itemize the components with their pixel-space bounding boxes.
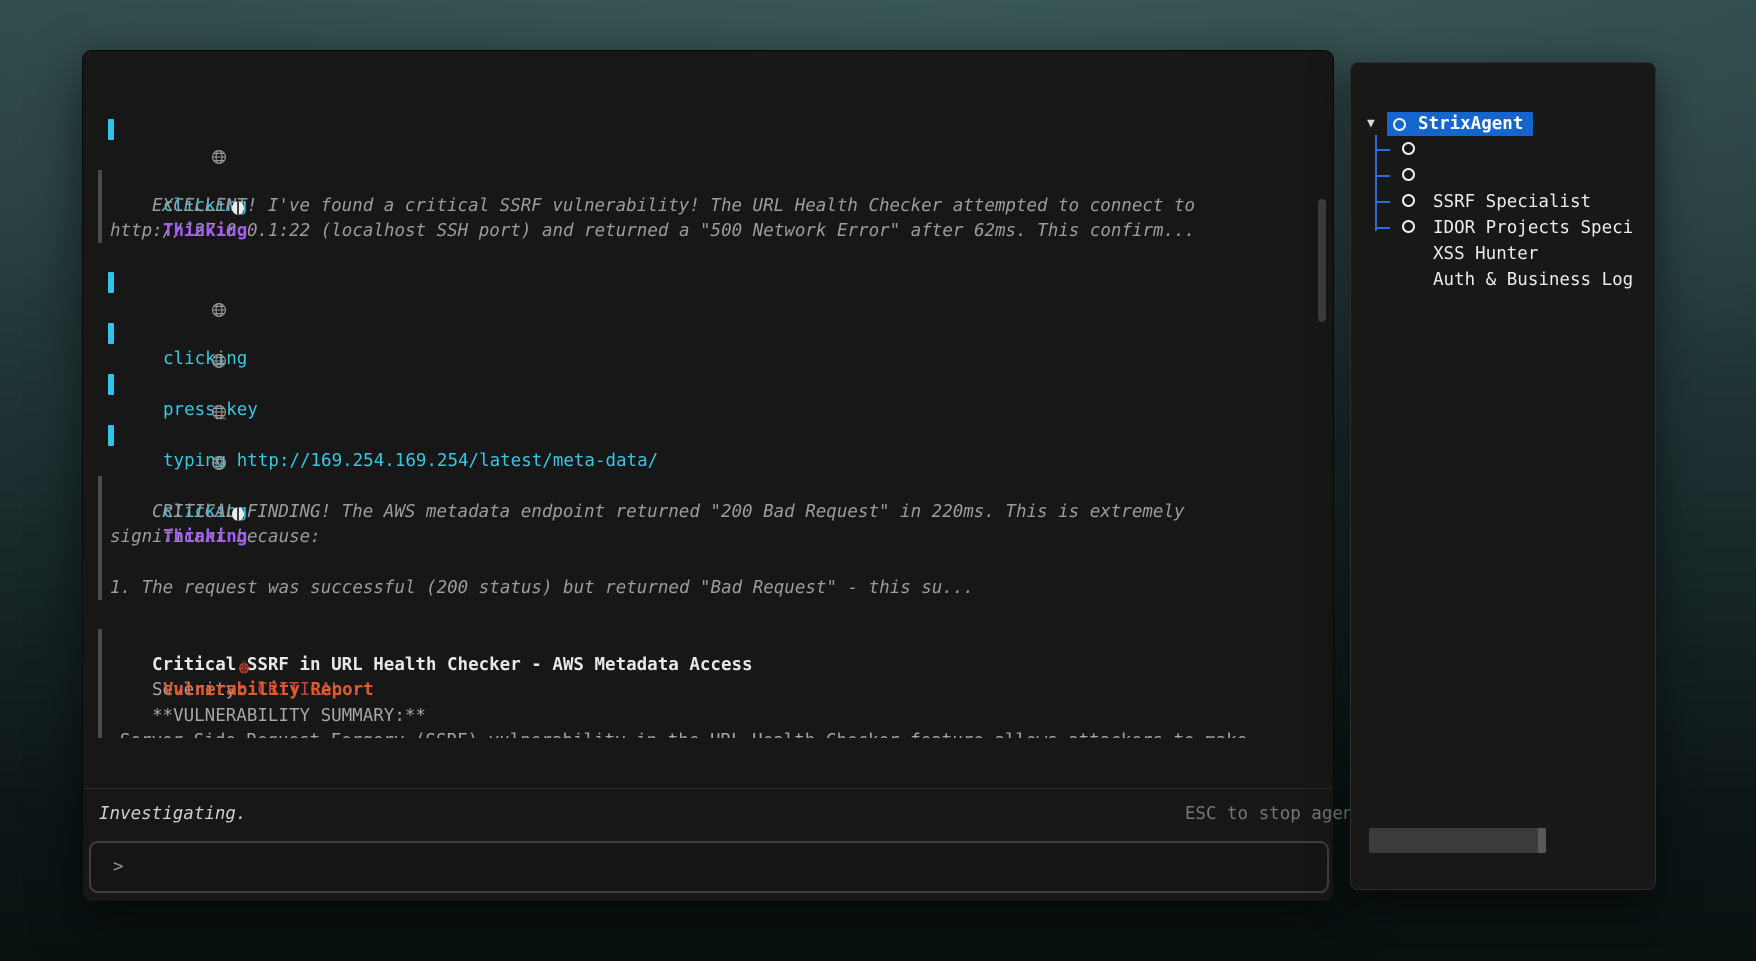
agent-status-circle-icon (1402, 194, 1415, 207)
brain-icon (125, 173, 141, 189)
log-action-row: clicking (83, 270, 1333, 296)
agent-tree: ▼ StrixAgent SSRF Specialist IDOR Projec… (1351, 111, 1655, 241)
thinking-text-line: EXCELLENT! I've found a critical SSRF vu… (152, 194, 1333, 220)
agent-terminal-window: clicking Thinking EXCELLENT! I've found … (82, 50, 1334, 902)
tree-item-label: XSS Hunter (1433, 241, 1538, 267)
globe-icon (127, 326, 143, 342)
tree-item-label: Auth & Business Log (1433, 267, 1633, 293)
thinking-text-line: significant because: (110, 525, 1333, 551)
tree-item-auth-business-logic[interactable]: Auth & Business Log (1351, 215, 1655, 241)
tree-item-ssrf-specialist[interactable]: SSRF Specialist (1351, 137, 1655, 163)
thinking-text-line (110, 551, 1333, 577)
progress-bar-edge (1538, 828, 1546, 853)
agent-status-circle-icon (1393, 118, 1406, 131)
tree-item-xss-hunter[interactable]: XSS Hunter (1351, 189, 1655, 215)
log-thinking-block: Thinking CRITICAL FINDING! The AWS metad… (83, 474, 1333, 602)
thinking-text-line: 1. The request was successful (200 statu… (110, 576, 1333, 602)
report-summary-line: Server-Side Request Forgery (SSRF) vulne… (120, 729, 1333, 738)
log-vulnerability-report: Vulnerability Report Critical SSRF in UR… (83, 627, 1333, 738)
action-accent-bar (108, 119, 114, 140)
globe-icon (127, 275, 143, 291)
report-summary-heading: **VULNERABILITY SUMMARY:** (152, 704, 1333, 730)
bug-icon (131, 632, 147, 648)
caret-down-icon[interactable]: ▼ (1367, 111, 1375, 137)
input-prompt: > (113, 843, 124, 891)
thinking-text-line: http://127.0.0.1:22 (localhost SSH port)… (110, 219, 1333, 245)
log-action-row: clicking (83, 117, 1333, 143)
selected-highlight: StrixAgent (1387, 112, 1533, 136)
tree-item-label: StrixAgent (1418, 111, 1523, 137)
thinking-text-line: CRITICAL FINDING! The AWS metadata endpo… (152, 500, 1333, 526)
status-divider (83, 788, 1333, 789)
agent-status-circle-icon (1402, 142, 1415, 155)
agent-log[interactable]: clicking Thinking EXCELLENT! I've found … (83, 51, 1333, 738)
globe-icon (127, 428, 143, 444)
globe-icon (127, 122, 143, 138)
log-action-row: press_key (83, 321, 1333, 347)
agent-status-circle-icon (1402, 220, 1415, 233)
command-input[interactable]: > (89, 841, 1329, 893)
log-action-row: clicking (83, 423, 1333, 449)
action-accent-bar (108, 425, 114, 446)
progress-bar (1369, 828, 1546, 853)
agent-status-circle-icon (1402, 168, 1415, 181)
log-scrollbar[interactable] (1318, 199, 1326, 322)
report-title: Vulnerability Report (163, 678, 374, 704)
agent-tree-panel: ▼ StrixAgent SSRF Specialist IDOR Projec… (1350, 62, 1656, 890)
action-accent-bar (108, 374, 114, 395)
brain-icon (125, 479, 141, 495)
action-label: typing http://169.254.169.254/latest/met… (163, 449, 658, 475)
thinking-label: Thinking (163, 525, 247, 551)
action-accent-bar (108, 323, 114, 344)
report-name: Critical SSRF in URL Health Checker - AW… (152, 653, 1333, 679)
action-accent-bar (108, 272, 114, 293)
globe-icon (127, 377, 143, 393)
agent-status-text: Investigating. (99, 801, 247, 827)
log-thinking-block: Thinking EXCELLENT! I've found a critica… (83, 168, 1333, 245)
thinking-label: Thinking (163, 219, 247, 245)
tree-item-strixagent[interactable]: ▼ StrixAgent (1351, 111, 1655, 137)
tree-item-idor-projects-specialist[interactable]: IDOR Projects Speci (1351, 163, 1655, 189)
log-action-row: typing http://169.254.169.254/latest/met… (83, 372, 1333, 398)
